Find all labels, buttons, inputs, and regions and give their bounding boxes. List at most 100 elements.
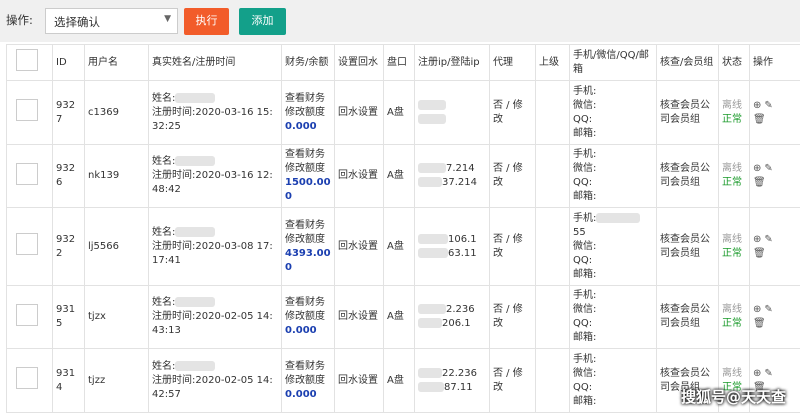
finance-link[interactable]: 查看财务修改额度	[285, 220, 325, 245]
balance: 0.000	[285, 325, 317, 336]
status-offline: 离线	[722, 368, 742, 379]
row-market: A盘	[384, 81, 415, 145]
row-id: 9322	[53, 208, 85, 286]
trash-icon[interactable]: 🗑	[753, 247, 766, 261]
row-market: A盘	[384, 208, 415, 286]
row-contact: 手机:微信:QQ:邮箱:	[570, 349, 657, 413]
row-finance: 查看财务修改额度0.000	[282, 349, 335, 413]
download-icon[interactable]: ⊕	[753, 303, 761, 317]
wechat: 微信:	[573, 100, 596, 111]
agent-link[interactable]: 否 / 修改	[490, 81, 536, 145]
balance: 0.000	[285, 121, 317, 132]
row-actions: ⊕✎🗑	[750, 145, 800, 208]
reg-time: 注册时间:2020-03-08 17:17:41	[152, 241, 273, 266]
redacted-ip	[418, 114, 446, 124]
execute-button[interactable]: 执行	[184, 8, 229, 35]
phone: 手机:	[573, 290, 596, 301]
trash-icon[interactable]: 🗑	[753, 317, 766, 331]
row-checkbox[interactable]	[16, 163, 38, 185]
edit-icon[interactable]: ✎	[764, 303, 772, 317]
header-parent: 上级	[536, 45, 570, 81]
reg-ip: 22.236	[442, 368, 477, 379]
trash-icon[interactable]: 🗑	[753, 176, 766, 190]
rebate-link[interactable]: 回水设置	[335, 145, 384, 208]
download-icon[interactable]: ⊕	[753, 367, 761, 381]
row-checkbox[interactable]	[16, 367, 38, 389]
row-parent	[536, 286, 570, 349]
add-button[interactable]: 添加	[239, 8, 286, 35]
finance-link[interactable]: 查看财务修改额度	[285, 149, 325, 174]
row-checkbox-cell	[7, 145, 53, 208]
select-all-checkbox[interactable]	[16, 49, 38, 71]
table-row: 9326 nk139 姓名:注册时间:2020-03-16 12:48:42 查…	[7, 145, 800, 208]
header-id: ID	[53, 45, 85, 81]
finance-link[interactable]: 查看财务修改额度	[285, 93, 325, 118]
member-table: ID 用户名 真实姓名/注册时间 财务/余额 设置回水 盘口 注册ip/登陆ip…	[6, 44, 800, 413]
header-status: 状态	[719, 45, 750, 81]
phone: 手机:	[573, 149, 596, 160]
select-all-cell	[7, 45, 53, 81]
row-checkbox[interactable]	[16, 99, 38, 121]
edit-icon[interactable]: ✎	[764, 162, 772, 176]
row-ip: 106.163.11	[415, 208, 490, 286]
row-username: tjzx	[85, 286, 149, 349]
row-group: 核查会员公司会员组	[657, 145, 719, 208]
row-username: tjzz	[85, 349, 149, 413]
row-checkbox[interactable]	[16, 304, 38, 326]
row-finance: 查看财务修改额度 4393.000	[282, 208, 335, 286]
redacted-ip	[418, 163, 446, 173]
download-icon[interactable]: ⊕	[753, 162, 761, 176]
rebate-link[interactable]: 回水设置	[335, 349, 384, 413]
finance-link[interactable]: 查看财务修改额度	[285, 361, 325, 386]
status-offline: 离线	[722, 100, 742, 111]
edit-icon[interactable]: ✎	[764, 99, 772, 113]
agent-link[interactable]: 否 / 修改	[490, 349, 536, 413]
name-label: 姓名:	[152, 227, 175, 238]
header-agent: 代理	[490, 45, 536, 81]
balance: 4393.000	[285, 248, 331, 273]
header-username: 用户名	[85, 45, 149, 81]
edit-icon[interactable]: ✎	[764, 233, 772, 247]
email: 邮箱:	[573, 269, 596, 280]
row-realname: 姓名:注册时间:2020-02-05 14:43:13	[149, 286, 282, 349]
row-checkbox[interactable]	[16, 233, 38, 255]
edit-icon[interactable]: ✎	[764, 367, 772, 381]
reg-ip: 106.1	[448, 234, 477, 245]
agent-link[interactable]: 否 / 修改	[490, 145, 536, 208]
row-actions: ⊕✎🗑	[750, 208, 800, 286]
header-ip: 注册ip/登陆ip	[415, 45, 490, 81]
agent-link[interactable]: 否 / 修改	[490, 208, 536, 286]
header-market: 盘口	[384, 45, 415, 81]
rebate-link[interactable]: 回水设置	[335, 81, 384, 145]
row-realname: 姓名:注册时间:2020-02-05 14:42:57	[149, 349, 282, 413]
redacted-name	[175, 361, 215, 371]
phone: 手机:	[573, 213, 596, 224]
row-ip: 7.21437.214	[415, 145, 490, 208]
qq: QQ:	[573, 114, 592, 125]
download-icon[interactable]: ⊕	[753, 99, 761, 113]
rebate-link[interactable]: 回水设置	[335, 286, 384, 349]
row-realname: 姓名: 注册时间:2020-03-16 15:32:25	[149, 81, 282, 145]
table-row: 9327 c1369 姓名:注册时间:2020-03-16 15:32:25 查…	[7, 81, 800, 145]
row-actions: ⊕✎🗑	[750, 286, 800, 349]
email: 邮箱:	[573, 332, 596, 343]
row-group: 核查会员公司会员组	[657, 81, 719, 145]
trash-icon[interactable]: 🗑	[753, 113, 766, 127]
header-contact: 手机/微信/QQ/邮箱	[570, 45, 657, 81]
header-rebate: 设置回水	[335, 45, 384, 81]
row-checkbox-cell	[7, 81, 53, 145]
rebate-link[interactable]: 回水设置	[335, 208, 384, 286]
operation-select[interactable]: 选择确认 ▼	[45, 8, 178, 34]
header-realname: 真实姓名/注册时间	[149, 45, 282, 81]
download-icon[interactable]: ⊕	[753, 233, 761, 247]
header-group: 核查/会员组	[657, 45, 719, 81]
row-finance: 查看财务修改额度1500.000	[282, 145, 335, 208]
reg-time: 注册时间:2020-03-16 12:48:42	[152, 170, 273, 195]
reg-time: 注册时间:2020-03-16 15:32:25	[152, 107, 273, 132]
row-ip	[415, 81, 490, 145]
reg-time: 注册时间:2020-02-05 14:42:57	[152, 375, 273, 400]
name-label: 姓名:	[152, 93, 175, 104]
agent-link[interactable]: 否 / 修改	[490, 286, 536, 349]
toolbar: 操作: 选择确认 ▼ 执行 添加	[0, 0, 800, 42]
finance-link[interactable]: 查看财务修改额度	[285, 297, 325, 322]
